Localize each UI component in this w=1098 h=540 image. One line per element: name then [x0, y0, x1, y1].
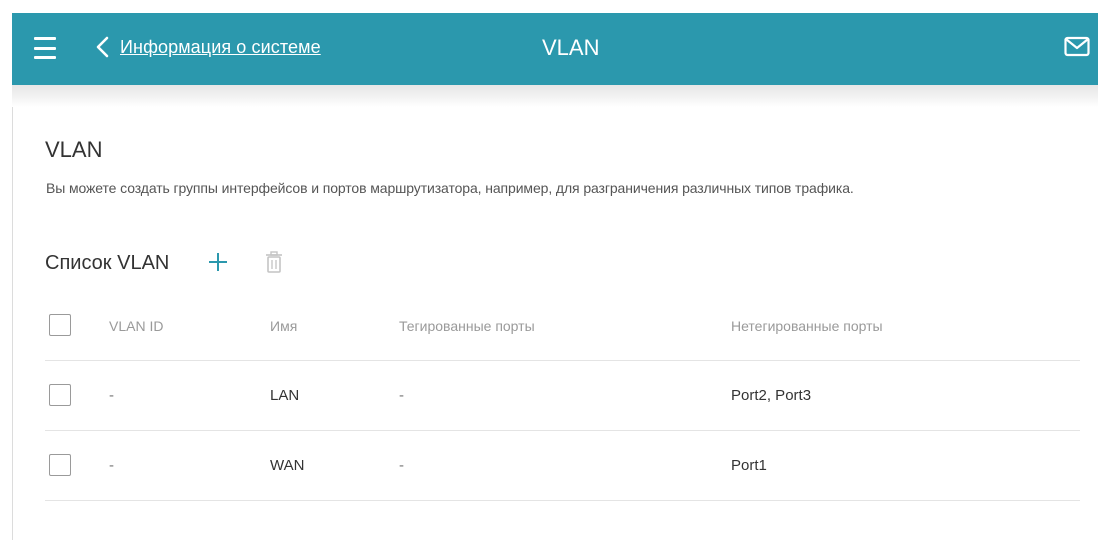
vlan-id-cell: - — [109, 387, 114, 404]
vlan-list-heading: Список VLAN — [45, 252, 170, 274]
table-header-row: VLAN ID Имя Тегированные порты Нетегиров… — [45, 291, 1080, 361]
untagged-ports-cell: Port1 — [731, 457, 767, 474]
table-row[interactable]: - WAN - Port1 — [45, 431, 1080, 501]
column-header-vlan-id: VLAN ID — [109, 317, 164, 334]
column-header-name: Имя — [270, 317, 298, 334]
header-title: VLAN — [542, 35, 600, 60]
untagged-ports-cell: Port2, Port3 — [731, 387, 812, 404]
select-all-checkbox[interactable] — [49, 313, 71, 336]
row-checkbox[interactable] — [49, 383, 71, 406]
hamburger-menu-icon[interactable] — [34, 37, 56, 59]
name-cell: LAN — [270, 387, 300, 404]
back-link-label[interactable]: Информация о системе — [120, 37, 321, 58]
top-bar: Информация о системе VLAN — [12, 13, 1098, 85]
name-cell: WAN — [270, 457, 305, 474]
trash-icon[interactable] — [264, 250, 284, 274]
column-header-tagged-ports: Тегированные порты — [399, 317, 535, 334]
back-link[interactable]: Информация о системе — [92, 35, 321, 59]
page-description: Вы можете создать группы интерфейсов и п… — [46, 180, 854, 196]
vlan-table: VLAN ID Имя Тегированные порты Нетегиров… — [45, 291, 1080, 501]
header-shadow — [12, 85, 1098, 107]
tagged-ports-cell: - — [399, 457, 404, 474]
page-title: VLAN — [45, 137, 103, 162]
table-row[interactable]: - LAN - Port2, Port3 — [45, 361, 1080, 431]
content-left-border — [12, 107, 13, 540]
tagged-ports-cell: - — [399, 387, 404, 404]
plus-icon[interactable] — [207, 251, 229, 273]
column-header-untagged-ports: Нетегированные порты — [731, 317, 883, 334]
mail-icon[interactable] — [1064, 36, 1090, 58]
page: Информация о системе VLAN VLAN Вы можете… — [0, 0, 1098, 540]
row-checkbox[interactable] — [49, 453, 71, 476]
vlan-id-cell: - — [109, 457, 114, 474]
chevron-left-icon — [96, 36, 109, 58]
